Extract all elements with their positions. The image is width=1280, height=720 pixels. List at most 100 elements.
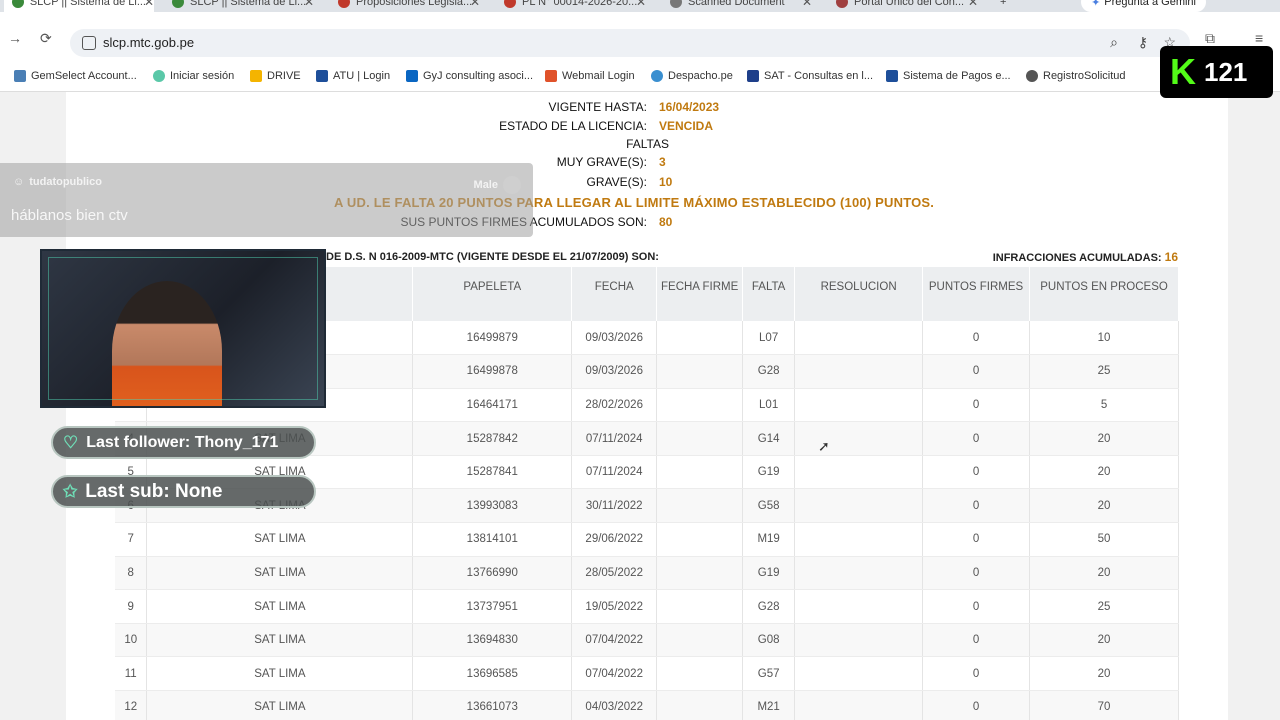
table-cell-falta: G57 <box>742 656 796 692</box>
chat-gender: Male <box>474 176 521 194</box>
table-cell-firme <box>656 388 744 423</box>
close-icon[interactable]: ✕ <box>636 0 646 9</box>
forward-icon[interactable]: → <box>8 30 22 46</box>
bookmark-gemselect[interactable]: GemSelect Account... <box>14 70 137 82</box>
table-cell-entidad: SAT LIMA <box>146 690 414 720</box>
zoom-icon[interactable]: ⌕ <box>1110 34 1118 51</box>
gemini-label: Pregunta a Gemini <box>1104 0 1196 8</box>
muy-graves-label: MUY GRAVE(S): <box>556 155 647 169</box>
table-row: 11 SAT LIMA 13696585 07/04/2022 G57 0 20 <box>115 656 1179 692</box>
tab-label: Proposiciones Legisla... <box>356 0 473 8</box>
table-cell-entidad: SAT LIMA <box>146 522 414 557</box>
table-cell-res <box>794 321 924 356</box>
table-cell-falta: L01 <box>742 388 796 423</box>
col-header: FECHA <box>571 267 658 321</box>
table-cell-res <box>794 556 924 591</box>
gemini-button[interactable]: ✦ Pregunta a Gemini <box>1081 0 1206 12</box>
table-cell-fecha: 28/05/2022 <box>571 556 658 591</box>
url-text[interactable]: slcp.mtc.gob.pe <box>103 35 194 50</box>
table-cell-falta: M19 <box>742 522 796 557</box>
tab-label: PL N° 00014-2026-20... <box>522 0 638 8</box>
table-cell-papeleta: 13694830 <box>412 623 573 658</box>
address-bar[interactable]: slcp.mtc.gob.pe ⌕ ⚷ ☆ <box>70 29 1190 57</box>
bookmark-atu[interactable]: ATU | Login <box>316 70 390 82</box>
menu-icon[interactable]: ≡ <box>1255 30 1263 46</box>
bookmark-drive[interactable]: DRIVE <box>250 70 301 82</box>
graves-value: 10 <box>659 175 673 189</box>
table-cell-firme <box>656 455 744 490</box>
bookmark-sistema-pagos[interactable]: Sistema de Pagos e... <box>886 70 1011 82</box>
viewer-count: 121 <box>1204 56 1248 87</box>
bookmark-icon <box>886 70 898 82</box>
table-cell-pp: 20 <box>1029 556 1179 591</box>
site-info-icon[interactable] <box>82 36 96 50</box>
table-cell-falta: G19 <box>742 556 796 591</box>
col-header: RESOLUCION <box>794 267 924 321</box>
table-cell-firme <box>656 589 744 624</box>
close-icon[interactable]: ✕ <box>304 0 314 9</box>
estado-label: ESTADO DE LA LICENCIA: <box>499 119 647 133</box>
site-favicon-icon <box>12 0 24 8</box>
avatar <box>503 176 521 194</box>
table-cell-firme <box>656 556 744 591</box>
bookmark-despacho[interactable]: Despacho.pe <box>651 70 733 82</box>
table-cell-fecha: 29/06/2022 <box>571 522 658 557</box>
table-row: 7 SAT LIMA 13814101 29/06/2022 M19 0 50 <box>115 522 1179 557</box>
close-icon[interactable]: ✕ <box>470 0 480 9</box>
table-cell-pf: 0 <box>922 623 1031 658</box>
tab-2[interactable]: SLCP || Sistema de Li... ✕ <box>172 0 314 12</box>
table-cell-pf: 0 <box>922 455 1031 490</box>
table-cell-pf: 0 <box>922 556 1031 591</box>
bookmark-label: ATU | Login <box>333 70 391 82</box>
extensions-icon[interactable]: ⧉ <box>1205 30 1215 47</box>
bookmark-icon <box>651 70 663 82</box>
table-cell-pp: 20 <box>1029 488 1179 524</box>
mouse-cursor-icon: ➚ <box>818 438 830 454</box>
bookmark-label: Iniciar sesión <box>170 70 235 82</box>
table-row: 10 SAT LIMA 13694830 07/04/2022 G08 0 20 <box>115 623 1179 658</box>
bookmark-label: DRIVE <box>267 70 301 82</box>
globe-icon <box>1026 70 1038 82</box>
table-cell-pp: 20 <box>1029 656 1179 692</box>
key-icon[interactable]: ⚷ <box>1138 34 1148 51</box>
bookmark-gyj[interactable]: GyJ consulting asoci... <box>406 70 533 82</box>
table-cell-fecha: 09/03/2026 <box>571 321 658 356</box>
close-icon[interactable]: ✕ <box>968 0 978 9</box>
table-cell-falta: G19 <box>742 455 796 490</box>
bookmark-registro[interactable]: RegistroSolicitud <box>1026 70 1126 82</box>
new-tab-button[interactable]: + <box>1000 0 1006 12</box>
close-icon[interactable]: ✕ <box>802 0 812 9</box>
table-cell-fecha: 07/11/2024 <box>571 455 658 490</box>
bookmark-label: Despacho.pe <box>668 70 733 82</box>
tab-4[interactable]: PL N° 00014-2026-20... ✕ <box>504 0 646 12</box>
tab-6[interactable]: Portal Unico del Con... ✕ <box>836 0 978 12</box>
table-cell-fecha: 07/04/2022 <box>571 656 658 692</box>
reload-icon[interactable]: ⟳ <box>40 30 52 47</box>
faltas-heading: FALTAS <box>626 137 669 151</box>
bookmark-webmail[interactable]: Webmail Login <box>545 70 635 82</box>
table-cell-pf: 0 <box>922 388 1031 423</box>
table-cell-falta: L07 <box>742 321 796 356</box>
tab-3[interactable]: Proposiciones Legisla... ✕ <box>338 0 480 12</box>
tab-1[interactable]: SLCP || Sistema de Li... ✕ <box>4 0 154 12</box>
bookmark-icon <box>14 70 26 82</box>
table-cell-falta: G14 <box>742 421 796 456</box>
table-cell-firme <box>656 522 744 557</box>
infracciones-label: INFRACCIONES ACUMULADAS: <box>992 252 1162 264</box>
close-icon[interactable]: ✕ <box>144 0 154 9</box>
bookmark-label: SAT - Consultas en l... <box>764 70 874 82</box>
tab-5[interactable]: Scanned Document ✕ <box>670 0 812 12</box>
bookmark-sat[interactable]: SAT - Consultas en l... <box>747 70 873 82</box>
table-cell-pp: 25 <box>1029 589 1179 624</box>
puntos-value: 80 <box>659 215 673 229</box>
last-sub-text: Last sub: None <box>85 480 223 502</box>
drive-icon <box>250 70 262 82</box>
bookmark-iniciar-sesion[interactable]: Iniciar sesión <box>153 70 234 82</box>
table-cell-fecha: 09/03/2026 <box>571 354 658 389</box>
table-cell-fecha: 28/02/2026 <box>571 388 658 423</box>
table-cell-pf: 0 <box>922 690 1031 720</box>
tab-label: SLCP || Sistema de Li... <box>190 0 307 8</box>
bookmark-icon <box>545 70 557 82</box>
site-favicon-icon <box>338 0 350 8</box>
tab-label: SLCP || Sistema de Li... <box>29 0 146 8</box>
